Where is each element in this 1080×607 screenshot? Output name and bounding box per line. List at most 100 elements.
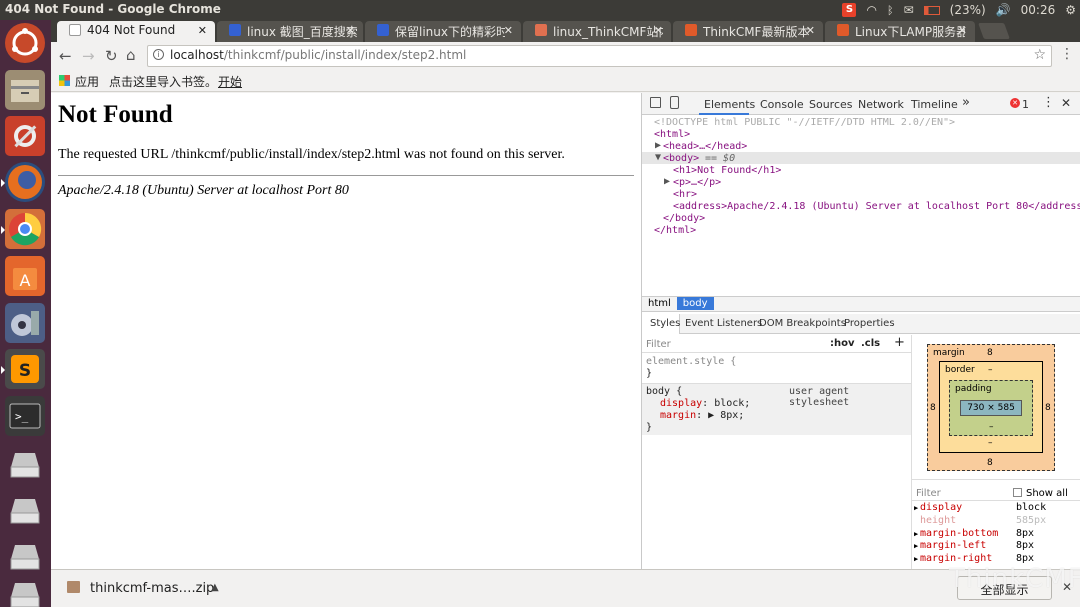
body-rule-selector[interactable]: body { xyxy=(646,386,750,398)
dom-address[interactable]: <address>Apache/2.4.18 (Ubuntu) Server a… xyxy=(673,201,1080,213)
system-settings-icon[interactable] xyxy=(5,116,45,156)
sogou-input-icon[interactable]: S xyxy=(842,3,857,17)
download-menu-icon[interactable]: ▲ xyxy=(211,582,219,593)
error-icon[interactable]: ✕ xyxy=(1010,98,1020,108)
hover-state-toggle[interactable]: :hov xyxy=(830,338,855,349)
collapse-arrow-icon[interactable]: ▼ xyxy=(655,152,661,164)
close-devtools-icon[interactable]: ✕ xyxy=(1061,96,1071,110)
tab-event-listeners[interactable]: Event Listeners xyxy=(685,318,762,329)
tab-network[interactable]: Network xyxy=(858,98,904,111)
software-center-icon[interactable]: A xyxy=(5,256,45,296)
home-icon[interactable]: ⌂ xyxy=(126,46,136,64)
chrome-icon[interactable] xyxy=(1,209,45,249)
close-tab-icon[interactable]: ✕ xyxy=(198,24,207,37)
back-icon[interactable]: ← xyxy=(59,47,72,65)
tab-baidu-search[interactable]: linux 截图_百度搜索 ✕ xyxy=(217,21,363,42)
class-toggle[interactable]: .cls xyxy=(861,338,880,349)
tab-404-not-found[interactable]: 404 Not Found ✕ xyxy=(57,21,215,42)
dom-doctype[interactable]: <!DOCTYPE html PUBLIC "-//IETF//DTD HTML… xyxy=(654,117,955,129)
drive-icon[interactable] xyxy=(5,573,45,607)
expand-arrow-icon[interactable]: ▶ xyxy=(664,176,670,188)
tab-linux-moments[interactable]: 保留linux下的精彩时刻✕ xyxy=(365,21,521,42)
apps-icon[interactable] xyxy=(59,75,70,86)
close-tab-icon[interactable]: ✕ xyxy=(806,24,815,37)
tab-styles[interactable]: Styles xyxy=(650,318,680,329)
tab-linux-thinkcmf[interactable]: linux_ThinkCMF站内 ✕ xyxy=(523,21,671,42)
rule-display[interactable]: display: block; xyxy=(646,398,750,410)
drive-icon[interactable] xyxy=(5,535,45,575)
terminal-icon[interactable]: >_ xyxy=(5,396,45,436)
tab-thinkcmf-latest[interactable]: ThinkCMF最新版本 ✕ xyxy=(673,21,823,42)
settings-gear-icon[interactable]: ⚙ xyxy=(1065,3,1076,17)
more-tabs-icon[interactable]: » xyxy=(962,95,970,110)
show-all-downloads-button[interactable]: 全部显示 xyxy=(957,576,1052,600)
tab-elements[interactable]: Elements xyxy=(704,98,755,111)
tab-linux-lamp[interactable]: Linux下LAMP服务器 ✕ xyxy=(825,21,975,42)
computed-row[interactable]: ▶ margin-left 8px xyxy=(912,540,1080,553)
close-tab-icon[interactable]: ✕ xyxy=(346,24,355,37)
address-bar[interactable]: i localhost/thinkcmf/public/install/inde… xyxy=(147,45,1052,67)
firefox-icon[interactable] xyxy=(1,162,45,202)
breadcrumb-html[interactable]: html xyxy=(642,297,677,310)
bluetooth-icon[interactable]: ᛒ xyxy=(887,4,894,17)
expand-arrow-icon[interactable]: ▶ xyxy=(655,140,661,152)
computed-row[interactable]: height 585px xyxy=(912,515,1080,528)
ubuntu-dash-icon[interactable] xyxy=(5,23,45,63)
svg-text:A: A xyxy=(20,271,31,290)
drive-icon[interactable] xyxy=(5,443,45,483)
files-icon[interactable] xyxy=(5,70,45,110)
computed-row[interactable]: ▶ margin-bottom 8px xyxy=(912,528,1080,541)
dom-h1[interactable]: <h1>Not Found</h1> xyxy=(673,165,781,177)
close-downloads-icon[interactable]: ✕ xyxy=(1062,580,1072,594)
computed-filter-input[interactable]: Filter xyxy=(916,488,941,499)
bookmark-star-icon[interactable]: ☆ xyxy=(1033,47,1046,63)
forward-icon[interactable]: → xyxy=(82,47,95,65)
inspect-element-icon[interactable] xyxy=(650,97,661,108)
battery-icon[interactable] xyxy=(923,5,940,15)
wifi-icon[interactable]: ◠ xyxy=(866,3,876,17)
mail-icon[interactable]: ✉ xyxy=(904,3,914,17)
menu-icon[interactable]: ⋮ xyxy=(1060,46,1074,62)
dom-body[interactable]: <body> xyxy=(663,153,699,165)
show-all-checkbox[interactable] xyxy=(1013,488,1022,497)
computed-prop: height xyxy=(920,514,957,526)
dom-hr[interactable]: <hr> xyxy=(673,189,697,201)
page-heading: Not Found xyxy=(58,101,173,128)
dom-p[interactable]: <p>…</p> xyxy=(673,177,721,189)
tab-sources[interactable]: Sources xyxy=(809,98,853,111)
dom-html-close[interactable]: </html> xyxy=(654,225,696,237)
drive-icon[interactable] xyxy=(5,489,45,529)
border-top: – xyxy=(988,365,993,375)
box-border: border – – padding – 730 × 585 xyxy=(939,361,1043,453)
import-bookmarks-link[interactable]: 开始 xyxy=(218,73,242,90)
clock[interactable]: 00:26 xyxy=(1021,3,1056,17)
styles-filter-input[interactable]: Filter xyxy=(646,339,671,350)
margin-left: 8 xyxy=(930,403,936,413)
sublime-text-icon[interactable]: S xyxy=(1,349,45,389)
devtools-menu-icon[interactable]: ⋮ xyxy=(1042,95,1055,110)
new-tab-button[interactable] xyxy=(978,23,1010,39)
show-all-label: Show all xyxy=(1026,488,1068,499)
device-mode-icon[interactable] xyxy=(670,96,679,109)
volume-icon[interactable]: 🔊 xyxy=(996,3,1011,17)
close-tab-icon[interactable]: ✕ xyxy=(958,24,967,37)
tab-dom-breakpoints[interactable]: DOM Breakpoints xyxy=(759,318,846,329)
element-style-selector[interactable]: element.style { xyxy=(646,356,736,368)
close-tab-icon[interactable]: ✕ xyxy=(504,24,513,37)
battery-percent: (23%) xyxy=(949,3,986,17)
download-item[interactable]: thinkcmf-mas….zip xyxy=(90,581,214,596)
tab-console[interactable]: Console xyxy=(760,98,804,111)
new-rule-icon[interactable]: + xyxy=(894,335,905,350)
apps-link[interactable]: 应用 xyxy=(75,73,99,90)
tab-properties[interactable]: Properties xyxy=(844,318,895,329)
rule-margin[interactable]: margin: ▶ 8px; xyxy=(646,410,750,422)
tab-timeline[interactable]: Timeline xyxy=(911,98,958,111)
breadcrumb-body[interactable]: body xyxy=(676,297,714,310)
dom-body-close[interactable]: </body> xyxy=(663,213,705,225)
video-player-icon[interactable] xyxy=(5,303,45,343)
close-tab-icon[interactable]: ✕ xyxy=(654,24,663,37)
computed-row[interactable]: ▶ display block xyxy=(912,502,1080,515)
computed-row[interactable]: ▶ margin-right 8px xyxy=(912,553,1080,566)
info-icon[interactable]: i xyxy=(153,49,164,60)
reload-icon[interactable]: ↻ xyxy=(105,47,118,65)
